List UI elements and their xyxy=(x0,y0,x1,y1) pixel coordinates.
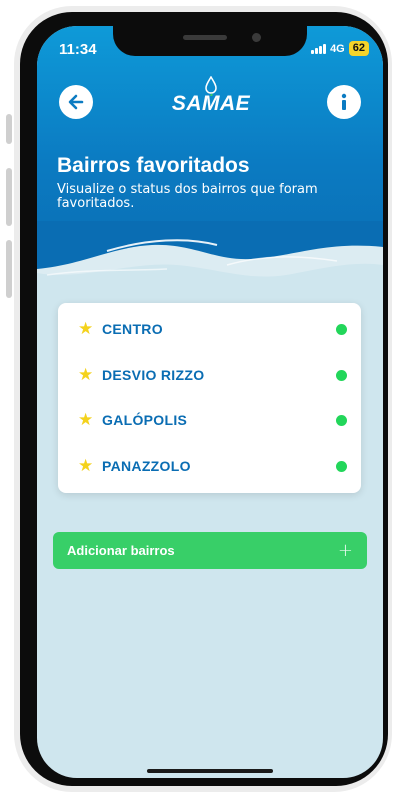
logo-text: SAMAE xyxy=(171,92,251,115)
add-neighborhoods-label: Adicionar bairros xyxy=(67,543,175,558)
favorite-item[interactable]: ★ GALÓPOLIS xyxy=(78,408,347,432)
home-indicator[interactable] xyxy=(147,769,273,773)
star-icon: ★ xyxy=(78,364,94,385)
star-icon: ★ xyxy=(78,409,94,430)
wave-decoration xyxy=(37,221,383,291)
status-time: 11:34 xyxy=(59,41,97,58)
signal-icon xyxy=(311,43,327,54)
status-dot xyxy=(336,414,347,426)
status-dot xyxy=(336,323,347,335)
favorite-name: PANAZZOLO xyxy=(102,458,191,474)
battery-level: 62 xyxy=(348,41,369,56)
front-camera xyxy=(252,33,261,42)
add-neighborhoods-button[interactable]: Adicionar bairros + xyxy=(53,532,367,569)
info-icon xyxy=(341,93,347,110)
star-icon: ★ xyxy=(78,455,94,476)
status-indicators: 4G 62 xyxy=(311,41,369,56)
favorite-name: CENTRO xyxy=(102,321,163,337)
notch xyxy=(113,26,307,56)
favorite-item[interactable]: ★ PANAZZOLO xyxy=(78,454,347,478)
volume-up-button xyxy=(6,168,12,226)
network-type: 4G xyxy=(330,42,345,55)
favorite-item[interactable]: ★ DESVIO RIZZO xyxy=(78,363,347,387)
plus-icon: + xyxy=(337,539,353,561)
back-button[interactable] xyxy=(59,85,93,119)
status-dot xyxy=(336,460,347,472)
speaker xyxy=(183,35,227,40)
mute-switch xyxy=(6,114,12,144)
favorites-card: ★ CENTRO ★ DESVIO RIZZO ★ GALÓPOLIS ★ PA… xyxy=(58,303,361,493)
volume-down-button xyxy=(6,240,12,298)
page-subtitle: Visualize o status dos bairros que foram… xyxy=(57,182,318,211)
page-title: Bairros favoritados xyxy=(57,154,250,177)
favorite-item[interactable]: ★ CENTRO xyxy=(78,317,347,341)
status-dot xyxy=(336,369,347,381)
app-screen: 11:34 4G 62 SAMAE Bairros favoritados Vi… xyxy=(37,26,383,778)
star-icon: ★ xyxy=(78,318,94,339)
favorite-name: GALÓPOLIS xyxy=(102,412,188,428)
favorite-name: DESVIO RIZZO xyxy=(102,367,205,383)
back-arrow-icon xyxy=(68,94,84,110)
info-button[interactable] xyxy=(327,85,361,119)
samae-logo: SAMAE xyxy=(166,76,256,126)
